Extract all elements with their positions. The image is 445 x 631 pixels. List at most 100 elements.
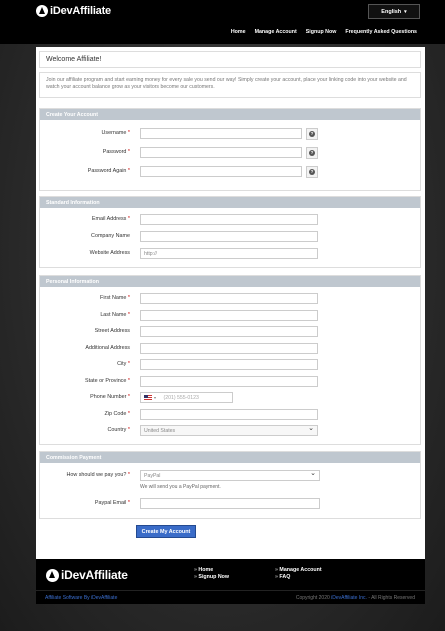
nav-home[interactable]: Home: [231, 29, 246, 35]
country-value: United States: [144, 428, 176, 434]
company-label: Company Name: [91, 233, 130, 239]
footer-brand-name: iDevAffiliate: [61, 568, 128, 582]
page-title: Welcome Affiliate!: [39, 51, 421, 68]
country-label: Country *: [107, 427, 131, 433]
paypal-email-input[interactable]: [140, 498, 320, 509]
section-heading: Commission Payment: [40, 452, 420, 463]
intro-text: Join our affiliate program and start ear…: [39, 72, 421, 98]
help-icon: ?: [309, 131, 315, 137]
username-label: Username *: [101, 130, 130, 136]
website-input[interactable]: http://: [140, 248, 318, 259]
country-row: Country * United States ⌄: [40, 425, 420, 437]
additional-address-label: Additional Address: [85, 345, 130, 351]
chevron-down-icon: ▾: [404, 8, 407, 15]
brand-name: iDevAffiliate: [50, 5, 111, 17]
language-value: English: [381, 8, 402, 15]
pay-method-hint: We will send you a PayPal payment.: [140, 484, 221, 490]
footer-link-home[interactable]: Home: [194, 567, 229, 573]
logo-icon: [46, 568, 59, 582]
help-icon: ?: [309, 150, 315, 156]
password-again-row: Password Again * ?: [40, 166, 420, 178]
nav-faq[interactable]: Frequently Asked Questions: [345, 29, 417, 35]
footer-logo[interactable]: iDevAffiliate: [46, 568, 128, 582]
chevron-down-icon: ⌄: [310, 470, 316, 477]
section-heading: Create Your Account: [40, 109, 420, 120]
powered-by-link[interactable]: Affiliate Software By iDevAffiliate: [45, 595, 117, 601]
first-name-label: First Name *: [100, 295, 130, 301]
additional-address-input[interactable]: [140, 343, 318, 354]
commission-section: Commission Payment How should we pay you…: [39, 451, 421, 519]
last-name-row: Last Name *: [40, 310, 420, 322]
password-input[interactable]: [140, 147, 302, 158]
sub-footer: Affiliate Software By iDevAffiliate Copy…: [36, 590, 425, 604]
copyright-brand-link[interactable]: iDevAffiliate Inc.: [331, 595, 367, 601]
last-name-label: Last Name *: [100, 312, 130, 318]
state-label: State or Province *: [85, 378, 130, 384]
help-icon: ?: [309, 169, 315, 175]
create-account-button[interactable]: Create My Account: [136, 525, 196, 538]
password-again-label: Password Again *: [87, 168, 130, 174]
main-nav: Home Manage Account Signup Now Frequentl…: [231, 29, 417, 35]
pay-method-select[interactable]: PayPal ⌄: [140, 470, 320, 481]
password-again-help-button[interactable]: ?: [306, 166, 318, 178]
phone-row: Phone Number * ▾ (201) 555-0123: [40, 392, 420, 404]
top-bar: iDevAffiliate English ▾ Home Manage Acco…: [0, 0, 445, 44]
footer-links-col1: Home Signup Now: [194, 567, 229, 580]
country-select[interactable]: United States ⌄: [140, 425, 318, 436]
brand-logo[interactable]: iDevAffiliate: [36, 5, 111, 17]
email-label: Email Address *: [91, 216, 130, 222]
paypal-email-label: Paypal Email *: [94, 500, 130, 506]
language-select[interactable]: English ▾: [368, 4, 420, 19]
website-label: Website Address: [89, 250, 130, 256]
zip-input[interactable]: [140, 409, 318, 420]
section-heading: Standard Information: [40, 197, 420, 208]
standard-info-section: Standard Information Email Address * Com…: [39, 196, 421, 268]
footer-link-signup[interactable]: Signup Now: [194, 574, 229, 580]
password-row: Password * ?: [40, 147, 420, 159]
nav-signup-now[interactable]: Signup Now: [306, 29, 337, 35]
footer-link-faq[interactable]: FAQ: [275, 574, 322, 580]
personal-info-section: Personal Information First Name * Last N…: [39, 275, 421, 445]
create-account-section: Create Your Account Username * ? Passwor…: [39, 108, 421, 191]
username-row: Username * ?: [40, 128, 420, 140]
street-input[interactable]: [140, 326, 318, 337]
first-name-input[interactable]: [140, 293, 318, 304]
phone-placeholder: (201) 555-0123: [163, 395, 199, 401]
zip-label: Zip Code *: [104, 411, 130, 417]
password-help-button[interactable]: ?: [306, 147, 318, 159]
city-label: City *: [117, 361, 130, 367]
chevron-down-icon: ⌄: [308, 425, 314, 432]
state-input[interactable]: [140, 376, 318, 387]
zip-row: Zip Code *: [40, 409, 420, 421]
state-row: State or Province *: [40, 376, 420, 388]
password-again-input[interactable]: [140, 166, 302, 177]
phone-label: Phone Number *: [90, 394, 130, 400]
username-input[interactable]: [140, 128, 302, 139]
email-input[interactable]: [140, 214, 318, 225]
signup-panel: Welcome Affiliate! Join our affiliate pr…: [36, 47, 425, 559]
email-row: Email Address *: [40, 214, 420, 226]
footer-link-manage-account[interactable]: Manage Account: [275, 567, 321, 573]
phone-input[interactable]: ▾ (201) 555-0123: [140, 392, 233, 403]
paypal-email-row: Paypal Email *: [40, 498, 420, 510]
logo-icon: [36, 5, 48, 17]
city-row: City *: [40, 359, 420, 371]
password-label: Password *: [102, 149, 130, 155]
copyright-text: Copyright 2020 iDevAffiliate Inc. - All …: [295, 595, 415, 601]
additional-address-row: Additional Address: [40, 343, 420, 355]
street-label: Street Address: [94, 328, 130, 334]
company-row: Company Name: [40, 231, 420, 243]
last-name-input[interactable]: [140, 310, 318, 321]
us-flag-icon[interactable]: [144, 395, 152, 401]
company-input[interactable]: [140, 231, 318, 242]
pay-method-value: PayPal: [144, 473, 161, 479]
pay-method-label: How should we pay you? *: [66, 472, 130, 478]
first-name-row: First Name *: [40, 293, 420, 305]
street-row: Street Address: [40, 326, 420, 338]
website-row: Website Address http://: [40, 248, 420, 260]
username-help-button[interactable]: ?: [306, 128, 318, 140]
section-heading: Personal Information: [40, 276, 420, 287]
city-input[interactable]: [140, 359, 318, 370]
nav-manage-account[interactable]: Manage Account: [255, 29, 297, 35]
pay-method-row: How should we pay you? * PayPal ⌄ We wil…: [40, 470, 420, 490]
